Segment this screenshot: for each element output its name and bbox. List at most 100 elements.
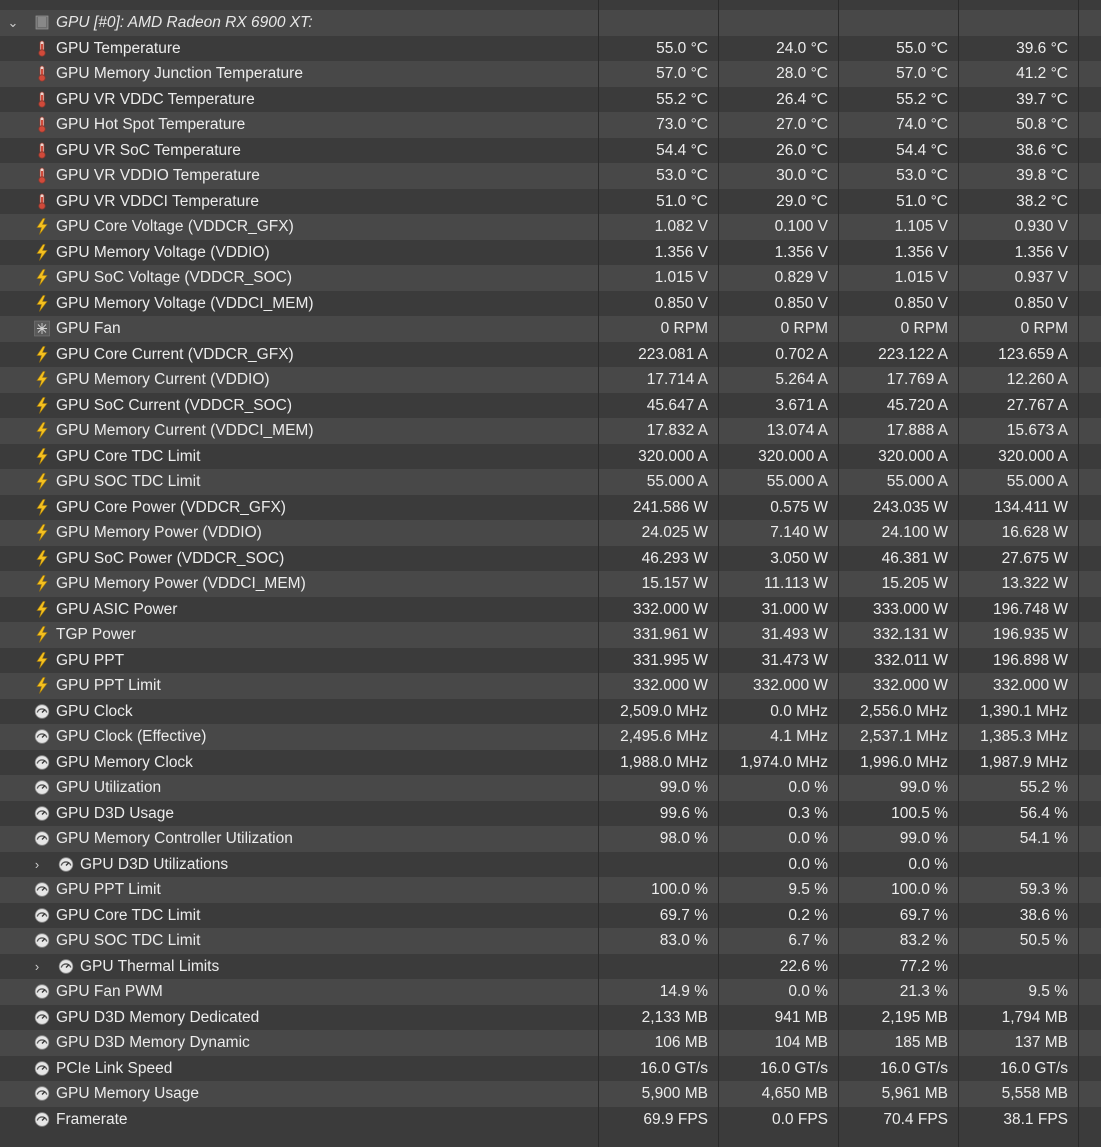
lightning-icon [34,626,50,643]
sensor-min-value: 0.0 FPS [772,1110,828,1128]
lightning-icon [34,677,50,694]
sensor-row[interactable]: GPU Utilization 99.0 % 0.0 % 99.0 % 55.2 % [0,775,1101,801]
sensor-row[interactable]: GPU PPT 331.995 W 31.473 W 332.011 W 196.898… [0,647,1101,673]
sensor-row[interactable]: GPU Core TDC Limit 320.000 A 320.000 A 320.… [0,443,1101,469]
sensor-max-value: 100.5 % [891,804,948,822]
sensor-row[interactable]: GPU Memory Current (VDDIO) 17.714 A 5.264 … [0,367,1101,393]
sensor-name: GPU D3D Memory Dynamic [56,1034,250,1051]
sensor-row[interactable]: GPU PPT Limit 332.000 W 332.000 W 332.000 W… [0,673,1101,699]
sensor-name: GPU SoC Current (VDDCR_SOC) [56,396,292,414]
sensor-min-value: 16.0 GT/s [759,1059,828,1077]
sensor-max-value: 70.4 FPS [883,1110,948,1128]
sensor-row[interactable]: GPU Core Voltage (VDDCR_GFX) 1.082 V 0.100… [0,214,1101,240]
sensor-avg-value: 196.935 W [993,626,1068,643]
sensor-current-value: 24.025 W [641,524,708,541]
sensor-row[interactable]: GPU VR VDDIO Temperature 53.0 °C 30.0 °C 53… [0,163,1101,189]
sensor-max-value: 55.0 °C [896,39,948,57]
column-separator-avg[interactable] [958,0,959,1147]
sensor-row[interactable]: GPU Core TDC Limit 69.7 % 0.2 % 69.7 % 38.6 … [0,902,1101,928]
sensor-avg-value: 134.411 W [994,498,1068,516]
sensor-row[interactable]: GPU Hot Spot Temperature 73.0 °C 27.0 °C 74… [0,112,1101,138]
sensor-name: GPU Memory Power (VDDIO) [56,524,262,541]
sensor-row[interactable]: GPU Memory Junction Temperature 57.0 °C 28… [0,61,1101,87]
sensor-min-value: 22.6 % [779,957,828,975]
sensor-row[interactable]: GPU Memory Power (VDDIO) 24.025 W 7.140 W 2… [0,520,1101,546]
sensor-name: GPU Hot Spot Temperature [56,116,246,133]
sensor-row[interactable]: GPU Fan 0 RPM 0 RPM 0 RPM 0 RPM [0,316,1101,342]
sensor-row[interactable]: GPU Memory Clock 1,988.0 MHz 1,974.0 MHz 1,… [0,749,1101,775]
sensor-max-value: 1.015 V [894,269,948,286]
sensor-row[interactable]: GPU Memory Current (VDDCI_MEM) 17.832 A 13… [0,418,1101,444]
column-separator-max[interactable] [838,0,839,1147]
sensor-row[interactable]: PCIe Link Speed 16.0 GT/s 16.0 GT/s 16.0 GT… [0,1055,1101,1081]
sensor-group-row[interactable]: › GPU D3D Utilizations 0.0 % 0.0 % [0,851,1101,878]
sensor-avg-value: 38.1 FPS [1003,1110,1068,1128]
chevron-right-icon[interactable]: › [30,954,44,980]
lightning-icon [34,651,50,669]
sensor-avg-value: 27.675 W [1001,549,1068,567]
sensor-row[interactable]: GPU Memory Power (VDDCI_MEM) 15.157 W 11.1… [0,571,1101,597]
sensor-row[interactable]: GPU PPT Limit 100.0 % 9.5 % 100.0 % 59.3 % [0,877,1101,903]
group-header-row[interactable]: ⌄ GPU [#0]: AMD Radeon RX 6900 XT: [0,10,1101,36]
sensor-min-value: 104 MB [774,1034,828,1051]
sensor-row[interactable]: GPU Fan PWM 14.9 % 0.0 % 21.3 % 9.5 % [0,979,1101,1005]
sensor-min-value: 3.671 A [775,396,828,414]
thermometer-icon [34,142,50,159]
sensor-name: GPU Fan PWM [56,983,163,1000]
sensor-avg-value: 9.5 % [1028,983,1068,1000]
sensor-row[interactable]: GPU D3D Usage 99.6 % 0.3 % 100.5 % 56.4 % [0,800,1101,826]
chevron-down-icon[interactable]: ⌄ [6,10,20,36]
sensor-current-value: 0 RPM [660,320,708,337]
sensor-row[interactable]: GPU SoC Voltage (VDDCR_SOC) 1.015 V 0.829 … [0,265,1101,291]
sensor-row[interactable]: GPU VR VDDC Temperature 55.2 °C 26.4 °C 55.… [0,86,1101,112]
sensor-row[interactable]: GPU Temperature 55.0 °C 24.0 °C 55.0 °C 39.6… [0,35,1101,61]
sensor-name: GPU ASIC Power [56,600,178,618]
sensor-current-value: 241.586 W [633,498,708,516]
gauge-icon [34,881,50,898]
sensor-current-value: 51.0 °C [656,192,708,210]
sensor-current-value: 332.000 W [633,600,708,618]
sensor-row[interactable]: TGP Power 331.961 W 31.493 W 332.131 W 196.9… [0,622,1101,648]
column-separator-end[interactable] [1078,0,1079,1147]
column-separator-current[interactable] [598,0,599,1147]
sensor-avg-value: 50.5 % [1019,932,1068,949]
sensor-row[interactable]: GPU VR VDDCI Temperature 51.0 °C 29.0 °C 51… [0,188,1101,214]
sensor-min-value: 13.074 A [766,422,828,439]
sensor-row[interactable]: GPU SOC TDC Limit 83.0 % 6.7 % 83.2 % 50.5 % [0,928,1101,954]
sensor-avg-value: 196.748 W [993,600,1068,618]
gauge-icon [58,958,74,975]
sensor-row[interactable]: GPU Memory Controller Utilization 98.0 % 0… [0,826,1101,852]
column-separator-min[interactable] [718,0,719,1147]
sensor-row[interactable]: GPU SoC Current (VDDCR_SOC) 45.647 A 3.671… [0,392,1101,418]
sensor-row[interactable]: GPU Clock (Effective) 2,495.6 MHz 4.1 MHz 2… [0,724,1101,750]
sensor-group-row[interactable]: › GPU Thermal Limits 22.6 % 77.2 % [0,953,1101,980]
sensor-row[interactable]: GPU SOC TDC Limit 55.000 A 55.000 A 55.000 … [0,469,1101,495]
sensor-min-value: 30.0 °C [776,167,828,184]
sensor-row[interactable]: Framerate 69.9 FPS 0.0 FPS 70.4 FPS 38.1 FPS [0,1106,1101,1132]
sensor-row[interactable]: GPU D3D Memory Dedicated 2,133 MB 941 MB 2,… [0,1004,1101,1030]
sensor-max-value: 99.0 % [899,779,948,796]
sensor-min-value: 0.3 % [788,804,828,822]
chevron-right-icon[interactable]: › [30,852,44,878]
sensor-row[interactable]: GPU Core Current (VDDCR_GFX) 223.081 A 0.7… [0,341,1101,367]
sensor-row[interactable]: GPU Core Power (VDDCR_GFX) 241.586 W 0.575… [0,494,1101,520]
sensor-min-value: 55.000 A [766,473,828,490]
lightning-icon [34,600,50,618]
sensor-row[interactable]: GPU D3D Memory Dynamic 106 MB 104 MB 185 MB… [0,1030,1101,1056]
sensor-name: GPU VR VDDC Temperature [56,90,255,108]
sensor-avg-value: 16.0 GT/s [999,1059,1068,1077]
sensor-max-value: 83.2 % [899,932,948,949]
sensor-min-value: 320.000 A [758,447,828,465]
sensor-row[interactable]: GPU Memory Voltage (VDDCI_MEM) 0.850 V 0.8… [0,290,1101,316]
lightning-icon [34,218,50,235]
sensor-row[interactable]: GPU ASIC Power 332.000 W 31.000 W 333.000 W… [0,596,1101,622]
thermometer-icon [34,193,50,210]
sensor-row[interactable]: GPU VR SoC Temperature 54.4 °C 26.0 °C 54.4… [0,137,1101,163]
sensor-row[interactable]: GPU Memory Voltage (VDDIO) 1.356 V 1.356 V… [0,239,1101,265]
sensor-row[interactable]: GPU Memory Usage 5,900 MB 4,650 MB 5,961 MB… [0,1081,1101,1107]
sensor-min-value: 24.0 °C [776,39,828,57]
sensor-row[interactable]: GPU SoC Power (VDDCR_SOC) 46.293 W 3.050 W… [0,545,1101,571]
sensor-current-value: 69.9 FPS [643,1110,708,1128]
sensor-row[interactable]: GPU Clock 2,509.0 MHz 0.0 MHz 2,556.0 MHz 1,… [0,698,1101,724]
sensor-current-value: 320.000 A [638,447,708,465]
